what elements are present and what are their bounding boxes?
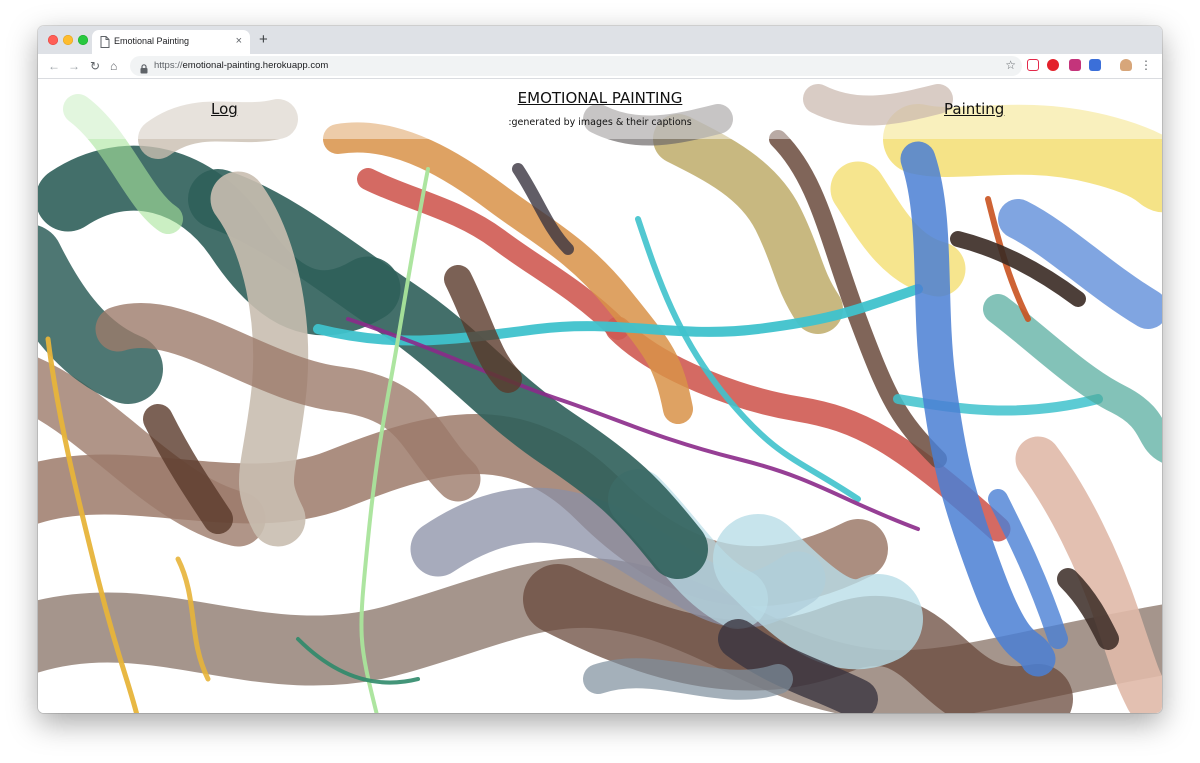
page-icon bbox=[100, 35, 110, 53]
hand-icon[interactable] bbox=[1120, 59, 1132, 71]
forward-button[interactable]: → bbox=[68, 59, 80, 73]
close-window-button[interactable] bbox=[48, 35, 58, 45]
tab-emotional-painting[interactable]: Emotional Painting × bbox=[92, 30, 250, 54]
home-button[interactable]: ⌂ bbox=[110, 59, 117, 73]
url-text: https://emotional-painting.herokuapp.com bbox=[154, 60, 328, 71]
extension-icon[interactable] bbox=[1069, 59, 1081, 71]
new-tab-button[interactable]: + bbox=[259, 31, 268, 49]
opera-icon[interactable] bbox=[1047, 59, 1059, 71]
people-icon[interactable] bbox=[1089, 59, 1101, 71]
browser-menu-icon[interactable]: ⋮ bbox=[1140, 58, 1152, 72]
back-button[interactable]: ← bbox=[48, 59, 60, 73]
lock-icon bbox=[140, 61, 148, 79]
url-host: emotional-painting.herokuapp.com bbox=[182, 60, 329, 71]
tab-bar: Emotional Painting × + bbox=[38, 26, 1162, 54]
address-bar[interactable]: https://emotional-painting.herokuapp.com… bbox=[130, 56, 1022, 76]
close-tab-icon[interactable]: × bbox=[236, 34, 242, 48]
browser-window: Emotional Painting × + ← → ↻ ⌂ https://e… bbox=[38, 26, 1162, 713]
page-subtitle: :generated by images & their captions bbox=[508, 117, 692, 128]
tab-title: Emotional Painting bbox=[114, 36, 190, 46]
nav-link-painting[interactable]: Painting bbox=[944, 100, 1004, 118]
url-protocol: https:// bbox=[154, 60, 183, 71]
bookmark-star-icon[interactable]: ☆ bbox=[1005, 58, 1016, 72]
reload-button[interactable]: ↻ bbox=[90, 59, 100, 73]
pocket-icon[interactable] bbox=[1027, 59, 1039, 71]
browser-toolbar: ← → ↻ ⌂ https://emotional-painting.herok… bbox=[38, 54, 1162, 79]
page-content: Log EMOTIONAL PAINTING :generated by ima… bbox=[38, 79, 1162, 713]
minimize-window-button[interactable] bbox=[63, 35, 73, 45]
generated-painting bbox=[38, 84, 1162, 713]
zoom-window-button[interactable] bbox=[78, 35, 88, 45]
page-header: Log EMOTIONAL PAINTING :generated by ima… bbox=[38, 79, 1162, 139]
